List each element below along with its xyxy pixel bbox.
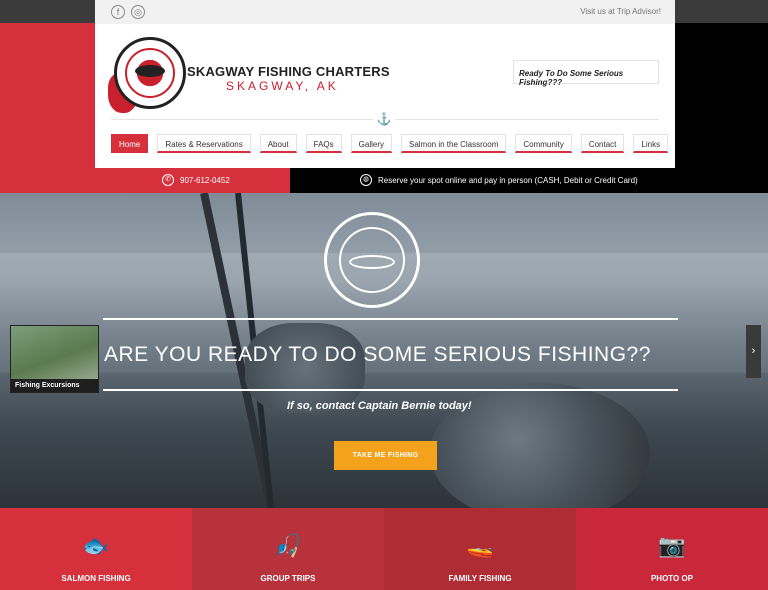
hero-headline: ARE YOU READY TO DO SOME SERIOUS FISHING… <box>104 343 651 366</box>
hero-logo-fish <box>349 255 395 269</box>
fishing-excursions-thumb[interactable]: Fishing Excursions <box>10 325 99 393</box>
phone-contact[interactable]: ✆ 907-612-0452 <box>162 174 230 186</box>
main-nav: Home Rates & Reservations About FAQs Gal… <box>111 134 669 153</box>
hero-rule-bottom <box>103 389 678 391</box>
nav-item-salmon-classroom[interactable]: Salmon in the Classroom <box>400 134 507 153</box>
take-me-fishing-button[interactable]: TAKE ME FISHING <box>334 441 437 470</box>
brand-subtitle: SKAGWAY, AK <box>226 79 339 93</box>
site-header: f ◎ Visit us at Trip Advisor! SKAGWAY FI… <box>95 0 675 168</box>
globe-icon: ◍ <box>360 174 372 186</box>
hero-logo-icon <box>324 212 420 308</box>
reserve-text: Reserve your spot online and pay in pers… <box>378 175 638 185</box>
nav-item-gallery[interactable]: Gallery <box>350 134 392 153</box>
nav-item-home[interactable]: Home <box>111 134 149 153</box>
nav-item-contact[interactable]: Contact <box>580 134 625 153</box>
nav-item-rates[interactable]: Rates & Reservations <box>157 134 251 153</box>
fish-icon: 🐟 <box>82 533 110 558</box>
social-links: f ◎ <box>111 5 145 19</box>
nav-item-about[interactable]: About <box>259 134 297 153</box>
anchor-icon: ⚓ <box>373 111 395 127</box>
reserve-notice: ◍ Reserve your spot online and pay in pe… <box>360 174 638 186</box>
brand-title[interactable]: SKAGWAY FISHING CHARTERS <box>187 64 390 79</box>
tile-label: FAMILY FISHING <box>448 574 512 583</box>
tripadvisor-link[interactable]: Visit us at Trip Advisor! <box>580 7 661 16</box>
tile-label: SALMON FISHING <box>61 574 131 583</box>
tile-photo-op[interactable]: 📷 PHOTO OP <box>576 508 768 590</box>
fisherman-icon: 🎣 <box>274 533 302 558</box>
black-band-right <box>675 23 768 168</box>
hero-rule-top <box>103 318 678 320</box>
instagram-icon: 📷 <box>658 533 686 558</box>
nav-item-faqs[interactable]: FAQs <box>305 134 342 153</box>
nav-item-community[interactable]: Community <box>515 134 572 153</box>
header-topbar: f ◎ Visit us at Trip Advisor! <box>95 0 675 24</box>
red-band-contact <box>0 167 290 193</box>
tripadvisor-icon[interactable]: ◎ <box>131 5 145 19</box>
tagline-box: Ready To Do Some Serious Fishing??? <box>513 60 659 87</box>
tile-group-trips[interactable]: 🎣 GROUP TRIPS <box>192 508 384 590</box>
facebook-icon[interactable]: f <box>111 5 125 19</box>
tile-label: PHOTO OP <box>650 574 694 583</box>
hero-banner: ARE YOU READY TO DO SOME SERIOUS FISHING… <box>0 193 768 508</box>
phone-number[interactable]: 907-612-0452 <box>180 176 230 185</box>
tile-label: GROUP TRIPS <box>260 574 316 583</box>
tile-salmon-fishing[interactable]: 🐟 SALMON FISHING <box>0 508 192 590</box>
nav-item-links[interactable]: Links <box>633 134 669 153</box>
boat-icon: 🚤 <box>466 533 494 558</box>
tile-family-fishing[interactable]: 🚤 FAMILY FISHING <box>384 508 576 590</box>
logo-fish-icon <box>135 65 165 77</box>
hero-subline: If so, contact Captain Bernie today! <box>287 400 472 412</box>
thumb-caption: Fishing Excursions <box>11 379 98 392</box>
feature-tiles: 🐟 SALMON FISHING 🎣 GROUP TRIPS 🚤 FAMILY … <box>0 508 768 590</box>
slider-next-button[interactable]: › <box>746 325 761 378</box>
phone-icon: ✆ <box>162 174 174 186</box>
logo-icon[interactable] <box>114 37 186 109</box>
